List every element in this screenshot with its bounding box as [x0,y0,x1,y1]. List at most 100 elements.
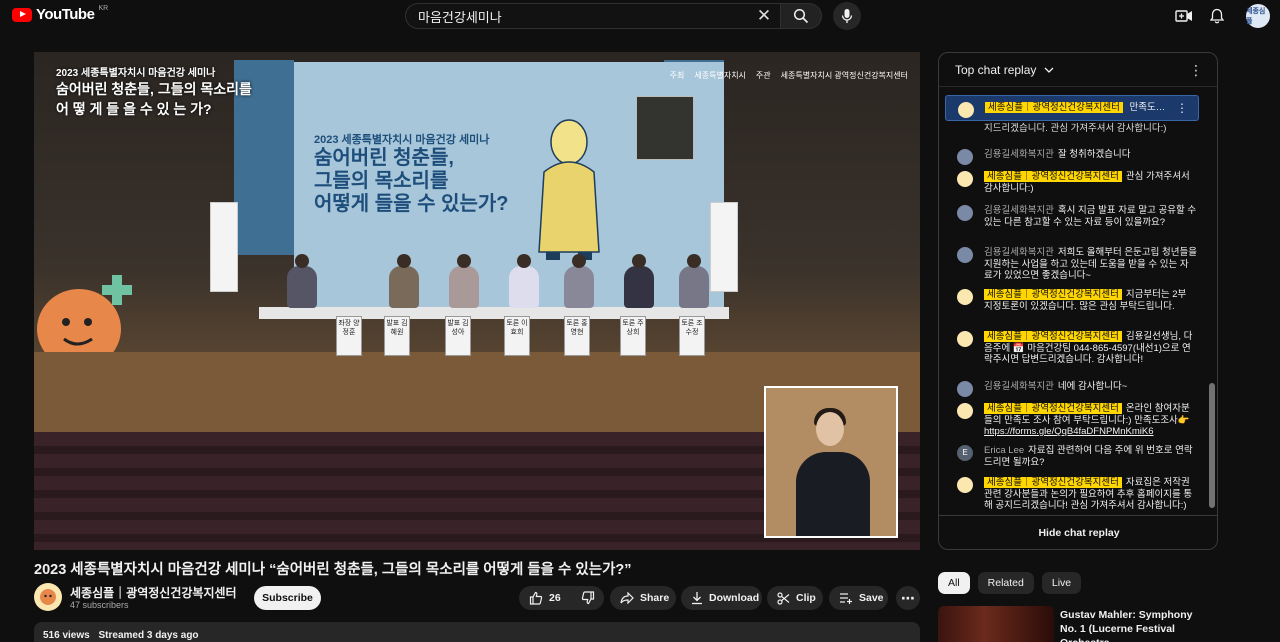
video-player[interactable]: 2023 세종특별자치시 마음건강 세미나 숨어버린 청춘들, 그들의 목소리를… [34,52,920,550]
more-horizontal-icon: ⋯ [901,590,915,606]
owner-badge: 세종심플｜광역정신건강복지센터 [984,331,1122,342]
youtube-logo[interactable]: YouTube KR [12,5,108,23]
more-actions-button[interactable]: ⋯ [896,586,920,610]
chat-mode-label: Top chat replay [955,62,1037,77]
stream-date: Streamed 3 days ago [98,630,199,641]
save-button[interactable]: Save [829,586,888,610]
chat-mode-selector[interactable]: Top chat replay [955,63,1054,77]
youtube-play-icon [12,7,32,22]
voice-search-button[interactable] [833,2,861,30]
owner-badge: 세종심플｜광역정신건강복지센터 [984,171,1122,182]
chat-message: 김용길세화복지관 네에 감사합니다~ [939,381,1205,397]
chip-related[interactable]: Related [977,572,1034,594]
panelist [449,254,479,308]
channel-avatar[interactable] [34,583,62,611]
microphone-icon [841,9,853,23]
chat-message: 세종심플｜광역정신건강복지센터 온라인 참여자분들의 만족도 조사 참여 부탁드립… [939,403,1205,438]
screen-line-1: 숨어버린 청춘들, [314,146,454,169]
owner-avatar [957,477,973,493]
chat-message: E Erica Lee 자료집 관련하여 다음 주에 위 번호로 연락 드리면 될… [939,445,1205,468]
nameplate: 토론 주상희 [620,316,646,356]
chat-more-options-icon[interactable]: ⋮ [1189,62,1203,79]
related-video-thumbnail[interactable] [938,606,1054,642]
search-input[interactable] [418,8,738,24]
download-label: Download [709,592,760,604]
owner-avatar [957,331,973,347]
message-author: 김용길세화복지관 [984,247,1054,258]
chip-live[interactable]: Live [1041,572,1082,594]
search-icon [793,8,809,24]
chat-message: 김용길세화복지관 저희도 올해부터 은둔고립 청년들을 지원하는 사업을 하고 있… [939,247,1205,282]
add-to-playlist-icon [840,593,852,604]
account-avatar[interactable]: 세종심플 [1246,4,1270,28]
chat-message: 세종심플｜광역정신건강복지센터 김용길선생님, 다음주에 📅 마음건강팀 044-… [939,331,1205,366]
chat-message: 김용길세화복지관 잘 청취하겠습니다 [939,149,1205,165]
owner-badge: 세종심플｜광역정신건강복지센터 [984,289,1122,300]
scrollbar-thumb[interactable] [1209,383,1215,508]
save-label: Save [859,592,884,604]
owner-badge: 세종심플｜광역정신건강복지센터 [984,403,1122,414]
panelist [679,254,709,308]
thumbs-down-icon [581,591,594,605]
hide-chat-replay-button[interactable]: Hide chat replay [939,515,1217,549]
user-avatar-letter: E [957,445,973,461]
description-box[interactable]: 516 views Streamed 3 days ago [34,622,920,642]
search-button[interactable] [780,3,822,29]
chat-header: Top chat replay ⋮ [939,53,1217,87]
scissors-icon [777,591,790,605]
pinned-message-content: 세종심플｜광역정신건강복지센터 만족도… [940,102,1206,118]
chip-all[interactable]: All [938,572,970,594]
sponsor2-role: 주관 [755,71,771,80]
owner-avatar [958,102,974,118]
pinned-text: 만족도… [1129,102,1166,113]
create-video-icon [1175,10,1192,22]
notifications-button[interactable] [1207,6,1227,26]
panel-table [259,307,729,319]
user-avatar [957,205,973,221]
clear-search-icon[interactable]: ✕ [756,7,772,24]
sign-language-interpreter [764,386,898,538]
pinned-more-icon[interactable]: ⋮ [1176,101,1188,115]
top-bar: YouTube KR ✕ 세종심플 [0,0,1280,32]
download-button[interactable]: Download [681,586,762,610]
channel-name[interactable]: 세종심플｜광역정신건강복지센터 [70,584,237,601]
chat-message: 김용길세화복지관 혹시 지금 발표 자료 말고 공유할 수 있는 다른 참고할 수… [939,205,1205,228]
sponsor-logos: 주최 세종특별자치시 주관 세종특별자치시 광역정신건강복지센터 [670,70,908,81]
like-button[interactable]: 26 [519,586,571,610]
chat-message-list: 강사분들과 논의가 필요하여 추후 홈페이지를 통해 공지드리겠습니다. 관심 … [939,87,1209,517]
search-box: ✕ [405,3,781,29]
pinned-chat-message[interactable]: 세종심플｜광역정신건강복지센터 만족도… ⋮ [945,95,1199,121]
user-avatar [957,381,973,397]
korea-flag [210,202,238,292]
screen-line-3: 어떻게 들을 수 있는가? [314,192,509,215]
chat-scrollbar[interactable] [1209,93,1215,513]
sponsor1-role: 주최 [669,71,685,80]
sponsor1-name: 세종특별자치시 [694,71,746,80]
subscribe-button[interactable]: Subscribe [254,586,321,610]
filter-chips: All Related Live [938,572,1082,594]
nameplate: 발표 김혜원 [384,316,410,356]
nameplate: 토론 이효희 [504,316,530,356]
user-avatar [957,149,973,165]
user-avatar [957,247,973,263]
message-author: 김용길세화복지관 [984,205,1054,216]
survey-link[interactable]: https://forms.gle/QqB4faDFNPMnKmiK6 [984,426,1153,437]
nameplate: 발표 김성아 [445,316,471,356]
overlay-line-3: 어 떻 게 들 을 수 있 는 가? [56,101,212,117]
account-avatar-text: 세종심플 [1246,8,1266,25]
clip-button[interactable]: Clip [767,586,823,610]
create-button[interactable] [1174,6,1194,26]
panelist [389,254,419,308]
overlay-line-1: 2023 세종특별자치시 마음건강 세미나 [56,68,216,79]
video-overlay-title: 2023 세종특별자치시 마음건강 세미나 숨어버린 청춘들, 그들의 목소리를… [56,64,252,119]
dislike-button[interactable] [571,586,605,610]
message-text: 네에 감사합니다~ [1057,381,1128,392]
owner-avatar [957,289,973,305]
related-video-title[interactable]: Gustav Mahler: Symphony No. 1 (Lucerne F… [1060,608,1210,642]
like-dislike-group: 26 [519,586,604,610]
channel-logo-icon [40,589,56,605]
share-button[interactable]: Share [610,586,676,610]
bell-icon [1210,8,1224,24]
screen-subtitle: 2023 세종특별자치시 마음건강 세미나 [314,134,490,146]
chat-message: 세종심플｜광역정신건강복지센터 지금부터는 2부 지정토론이 있겠습니다. 많은 … [939,289,1205,312]
